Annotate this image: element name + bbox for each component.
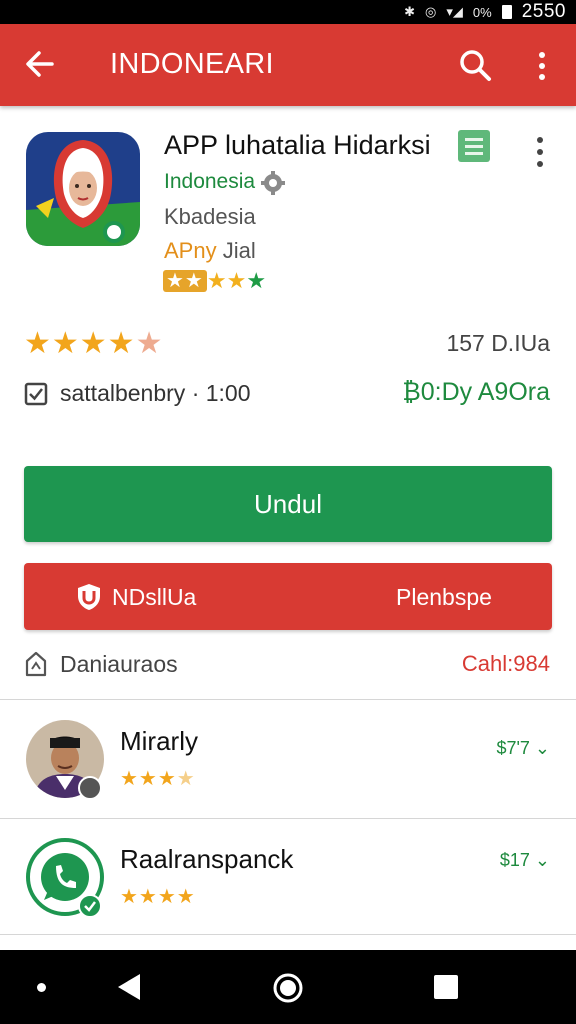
alarm-icon: ◎ xyxy=(425,4,437,19)
app-bar: INDONEARI xyxy=(0,24,576,106)
list-item-price[interactable]: $7'7 ⌄ xyxy=(496,738,550,759)
list-item[interactable]: Mirarly ★★★★ $7'7 ⌄ xyxy=(0,704,576,818)
list-item-stars: ★★★★ xyxy=(120,766,196,791)
list-item-stars: ★★★★ xyxy=(120,884,196,909)
rating-stars: ★★★★★ xyxy=(24,326,163,361)
list-item-stars-dim: ★ xyxy=(176,768,196,790)
install-button[interactable]: Undul xyxy=(24,466,552,542)
mini-rating-green-star: ★ xyxy=(246,268,267,293)
install-button-label: Undul xyxy=(254,488,322,519)
checkbox[interactable] xyxy=(24,382,48,406)
divider xyxy=(0,699,576,700)
secondary-right-label: Plenbspe xyxy=(396,584,492,610)
mini-rating: ★★ ★★ ★ xyxy=(163,269,266,293)
secondary-left-label: NDsllUa xyxy=(112,584,197,610)
status-time: 2550 xyxy=(521,1,566,22)
battery-icon xyxy=(501,5,512,19)
rating-count: 157 D.IUa xyxy=(446,330,550,356)
bluetooth-icon: ✱ xyxy=(404,4,416,19)
rating-stars-dim: ★ xyxy=(135,327,164,360)
more-vert-icon xyxy=(539,52,545,80)
app-menu-button[interactable] xyxy=(530,134,550,170)
list-item-title: Raalranspanck xyxy=(120,844,294,874)
app-logo-image xyxy=(26,132,140,246)
app-bar-title: INDONEARI xyxy=(110,48,274,80)
more-vert-icon xyxy=(537,137,543,167)
checkbox-icon xyxy=(24,382,48,406)
downloads-label: Daniauraos xyxy=(60,651,178,677)
badge-icon xyxy=(78,776,102,800)
back-arrow-icon xyxy=(26,51,54,77)
app-category: Kbadesia xyxy=(164,204,256,229)
divider xyxy=(0,934,576,935)
wifi-icon: ▾◢ xyxy=(446,4,463,19)
divider xyxy=(0,818,576,819)
secondary-action-button[interactable]: NDsllUa Plenbspe xyxy=(24,563,552,630)
mini-rating-box: ★★ xyxy=(163,270,207,292)
app-subtitle: APny Jial xyxy=(164,238,256,264)
overflow-menu-button[interactable] xyxy=(530,46,554,86)
search-button[interactable] xyxy=(456,46,496,86)
list-item[interactable]: Raalranspanck ★★★★ $17 ⌄ xyxy=(0,822,576,936)
list-item-title: Mirarly xyxy=(120,726,198,756)
list-badge-icon xyxy=(458,130,490,162)
gear-icon xyxy=(260,170,286,196)
search-icon xyxy=(460,50,491,81)
download-icon xyxy=(24,651,48,677)
nav-back-button[interactable] xyxy=(116,972,142,1002)
subtitle-rest: Jial xyxy=(216,238,256,263)
price-text: ₿0:Dy A9Ora xyxy=(402,378,550,406)
info-text: sattalbenbry · 1:00 xyxy=(60,380,251,406)
mini-rating-stars: ★★ xyxy=(206,268,247,293)
list-item-stars-full: ★★★ xyxy=(120,768,177,790)
nav-recent-icon[interactable] xyxy=(434,975,458,999)
signal-text: 0% xyxy=(472,4,492,20)
nav-home-button[interactable] xyxy=(272,972,304,1004)
list-item-price[interactable]: $17 ⌄ xyxy=(500,850,550,871)
navigation-bar xyxy=(0,950,576,1024)
rating-stars-full: ★★★★ xyxy=(24,327,136,360)
nav-back-icon xyxy=(118,974,140,1000)
nav-dot-icon xyxy=(37,983,46,992)
downloads-value: Cahl:984 xyxy=(461,651,550,676)
list-item-stars-full: ★★★★ xyxy=(120,886,196,908)
shield-icon xyxy=(78,584,100,610)
subtitle-accent: APny xyxy=(164,238,217,263)
app-name: APP luhatalia Hidarksi xyxy=(164,130,431,160)
verified-icon xyxy=(78,894,102,918)
nav-home-icon xyxy=(273,973,303,1003)
developer-name[interactable]: Indonesia xyxy=(164,170,255,194)
back-button[interactable] xyxy=(22,44,58,84)
status-bar: ✱ ◎ ▾◢ 0% 2550 xyxy=(0,0,576,24)
app-icon xyxy=(26,132,140,246)
